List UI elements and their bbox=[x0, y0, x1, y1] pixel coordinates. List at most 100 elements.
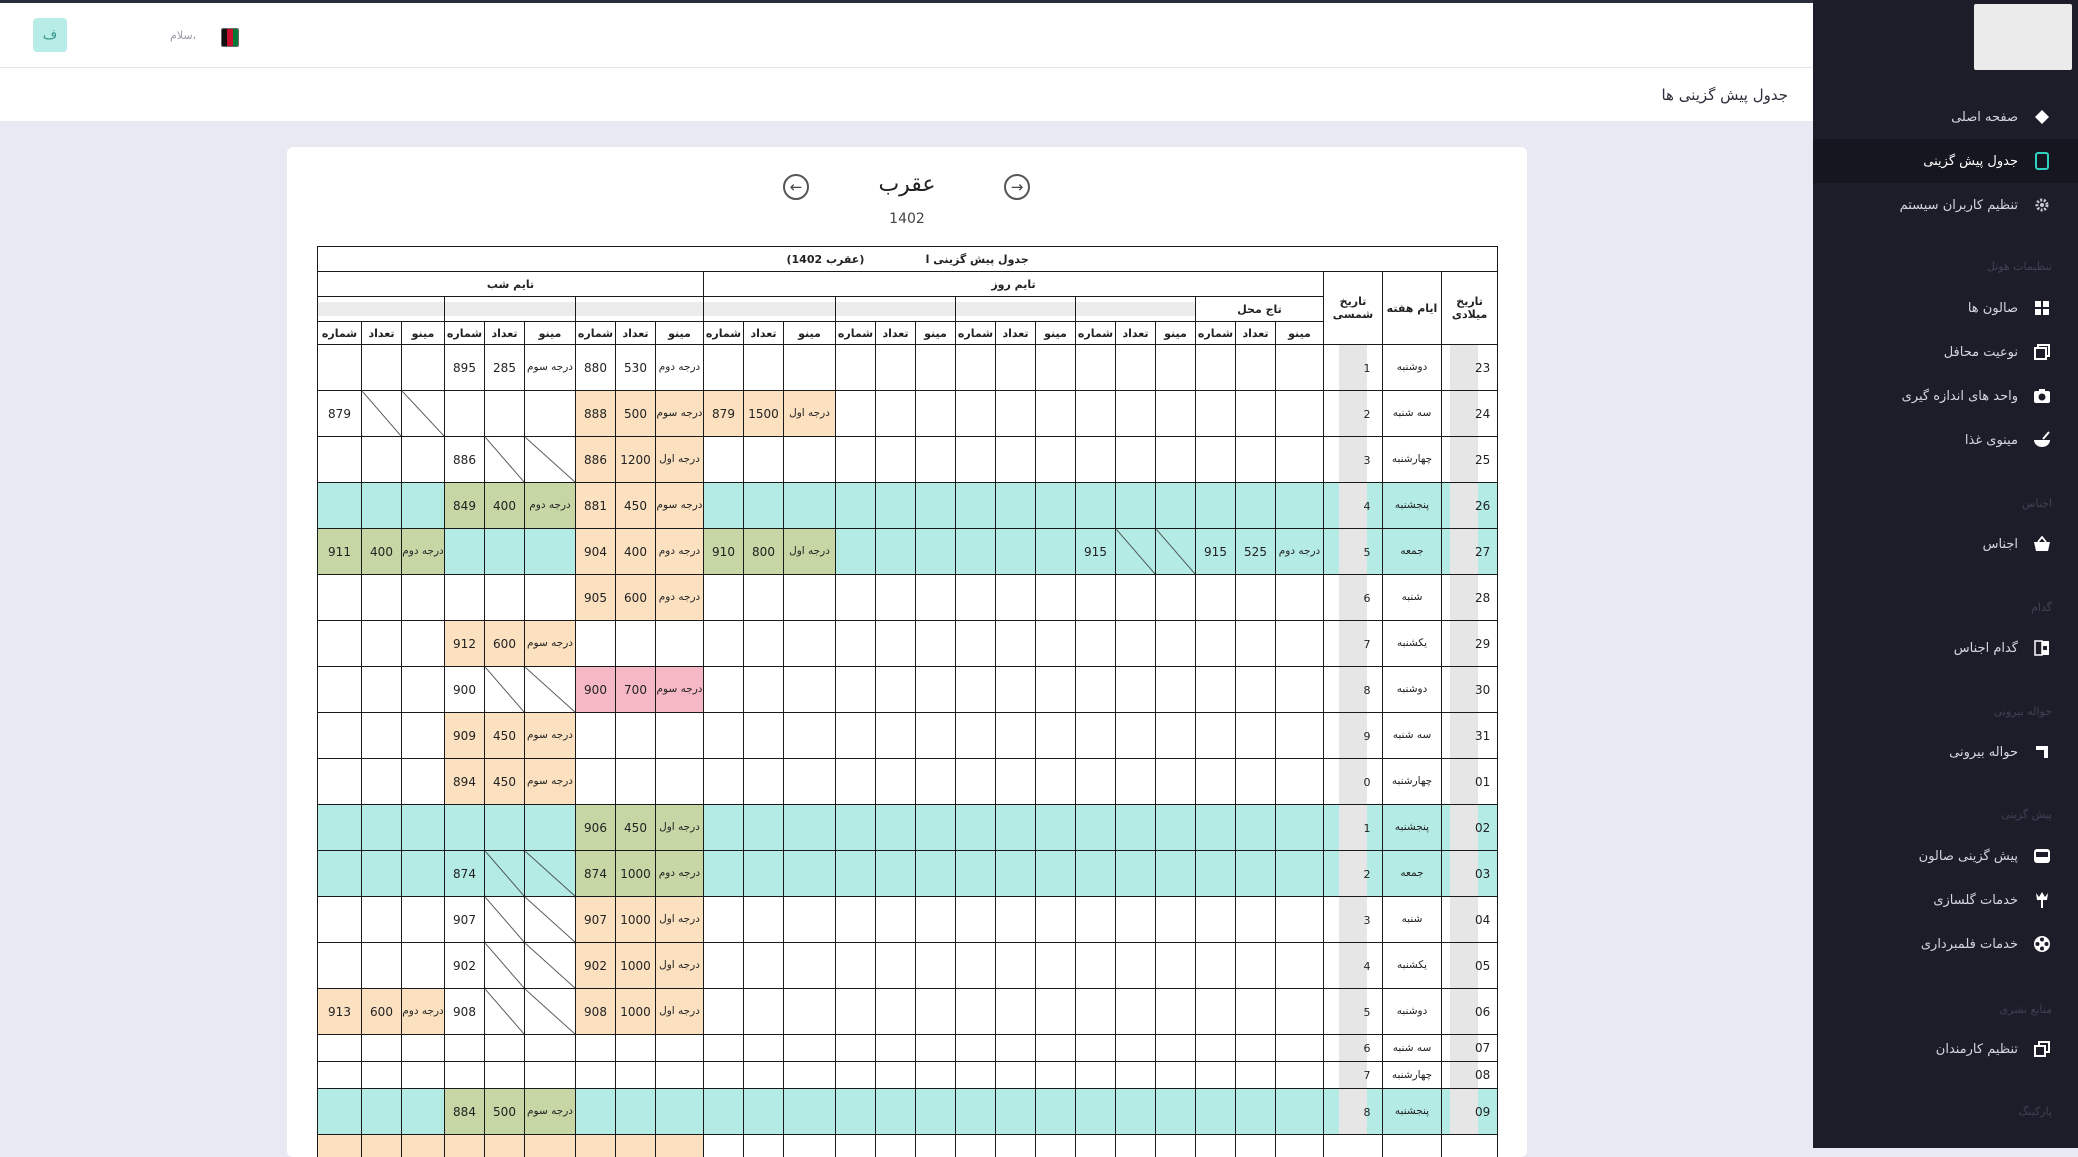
cell-menu bbox=[916, 575, 956, 621]
gregorian-date-placeholder bbox=[1450, 805, 1478, 850]
cell-weekday: شنبه bbox=[1383, 897, 1442, 943]
cell-menu bbox=[525, 943, 576, 989]
cell-number bbox=[1196, 851, 1236, 897]
cell-number bbox=[956, 345, 996, 391]
cell-menu bbox=[784, 667, 836, 713]
cell-menu bbox=[525, 667, 576, 713]
cell-empty bbox=[1076, 1135, 1116, 1157]
sidebar-item-10[interactable]: حواله بیرونی bbox=[1813, 730, 2078, 774]
sidebar-item-label: صالون ها bbox=[1968, 301, 2018, 316]
cell-count bbox=[362, 805, 402, 851]
cell-menu bbox=[916, 345, 956, 391]
sidebar-item-label: حواله بیرونی bbox=[1949, 745, 2018, 760]
sidebar-item-label: پیش گزینی صالون bbox=[1919, 849, 2018, 864]
cell-count: 450 bbox=[616, 805, 656, 851]
sub-header-number: شماره bbox=[318, 322, 362, 345]
cell-count bbox=[1236, 989, 1276, 1035]
shamsi-date-placeholder bbox=[1339, 575, 1367, 620]
sidebar-item-14[interactable]: تنظیم کارمندان bbox=[1813, 1027, 2078, 1071]
cell-shamsi-date: 3 bbox=[1324, 437, 1383, 483]
user-avatar-button[interactable]: ف bbox=[33, 18, 67, 52]
sub-header-menu: مینو bbox=[525, 322, 576, 345]
cell-shamsi-date: 3 bbox=[1324, 897, 1383, 943]
cell-count bbox=[1116, 1089, 1156, 1135]
prev-month-button[interactable]: ← bbox=[783, 174, 809, 200]
sub-header-number: شماره bbox=[836, 322, 876, 345]
cell-gregorian-date: 04 bbox=[1442, 897, 1498, 943]
cell-number bbox=[836, 1035, 876, 1062]
sidebar-item-label: تنظیم کارمندان bbox=[1936, 1042, 2018, 1057]
cell-menu bbox=[784, 437, 836, 483]
cell-menu bbox=[525, 897, 576, 943]
cell-count bbox=[876, 943, 916, 989]
cell-count bbox=[876, 621, 916, 667]
cell-number bbox=[836, 437, 876, 483]
cell-menu bbox=[1036, 943, 1076, 989]
cell-gregorian-date: 07 bbox=[1442, 1035, 1498, 1062]
cell-menu: درجه سوم bbox=[525, 621, 576, 667]
cell-shamsi-date: 4 bbox=[1324, 483, 1383, 529]
cell-count bbox=[362, 713, 402, 759]
cell-number: 884 bbox=[445, 1089, 485, 1135]
afghanistan-flag-icon[interactable] bbox=[221, 28, 239, 47]
sidebar-item-13[interactable]: خدمات فلمبرداری bbox=[1813, 922, 2078, 966]
cell-number bbox=[836, 1062, 876, 1089]
sidebar-item-1[interactable]: صفحه اصلی bbox=[1813, 95, 2078, 139]
sidebar-item-2[interactable]: جدول پیش گزینی bbox=[1813, 139, 2078, 183]
cell-number bbox=[1196, 1089, 1236, 1135]
sidebar-item-5[interactable]: نوعیت محافل bbox=[1813, 330, 2078, 374]
cell-menu bbox=[402, 483, 445, 529]
sidebar-item-12[interactable]: خدمات گلسازی bbox=[1813, 878, 2078, 922]
cell-count bbox=[876, 1062, 916, 1089]
cell-empty bbox=[1276, 1135, 1324, 1157]
sidebar-item-4[interactable]: صالون ها bbox=[1813, 286, 2078, 330]
logo[interactable] bbox=[1974, 4, 2072, 70]
cell-count bbox=[1116, 713, 1156, 759]
cell-number bbox=[836, 667, 876, 713]
sidebar-section-label: منابع بشری bbox=[1999, 1003, 2052, 1016]
cell-count bbox=[1236, 1035, 1276, 1062]
cell-menu bbox=[784, 851, 836, 897]
gregorian-date-placeholder bbox=[1450, 713, 1478, 758]
sidebar-item-9[interactable]: گدام اجناس bbox=[1813, 626, 2078, 670]
cell-empty bbox=[616, 1135, 656, 1157]
cell-number bbox=[956, 529, 996, 575]
cell-number: 900 bbox=[445, 667, 485, 713]
sidebar-item-11[interactable]: پیش گزینی صالون bbox=[1813, 834, 2078, 878]
cell-number bbox=[1196, 943, 1236, 989]
col-header-weekday: ایام هفته bbox=[1383, 272, 1442, 345]
cell-menu bbox=[1036, 759, 1076, 805]
sidebar-item-label: خدمات فلمبرداری bbox=[1921, 937, 2018, 952]
cell-number bbox=[445, 391, 485, 437]
cell-number bbox=[318, 943, 362, 989]
cell-menu bbox=[1156, 897, 1196, 943]
cell-number bbox=[318, 805, 362, 851]
sidebar-item-3[interactable]: تنظیم کاربران سیستم bbox=[1813, 183, 2078, 227]
cell-count: 450 bbox=[616, 483, 656, 529]
sidebar-item-6[interactable]: واحد های اندازه گیری bbox=[1813, 374, 2078, 418]
sub-header-number: شماره bbox=[704, 322, 744, 345]
cell-count bbox=[996, 529, 1036, 575]
next-month-button[interactable]: → bbox=[1004, 174, 1030, 200]
gregorian-date-placeholder bbox=[1450, 1089, 1478, 1134]
cell-weekday: دوشنبه bbox=[1383, 667, 1442, 713]
cell-menu bbox=[1276, 851, 1324, 897]
sidebar-item-label: تنظیم کاربران سیستم bbox=[1900, 198, 2018, 213]
cell-empty bbox=[744, 1135, 784, 1157]
gregorian-date-placeholder bbox=[1450, 759, 1478, 804]
gregorian-date-placeholder bbox=[1450, 989, 1478, 1034]
cell-menu bbox=[1036, 713, 1076, 759]
cell-number: 894 bbox=[445, 759, 485, 805]
cell-menu: درجه سوم bbox=[525, 1089, 576, 1135]
cell-count bbox=[876, 1089, 916, 1135]
cell-weekday: پنجشنبه bbox=[1383, 1089, 1442, 1135]
cell-empty bbox=[485, 1135, 525, 1157]
table-row: 9029021000درجه اول4یکشنبه05 bbox=[318, 943, 1498, 989]
sidebar-item-8[interactable]: اجناس bbox=[1813, 522, 2078, 566]
cell-number bbox=[1076, 943, 1116, 989]
cell-menu bbox=[916, 713, 956, 759]
gregorian-date-placeholder bbox=[1450, 897, 1478, 942]
sidebar-item-7[interactable]: مینوی غذا bbox=[1813, 418, 2078, 462]
cell-number bbox=[1196, 1035, 1236, 1062]
cell-count bbox=[1236, 667, 1276, 713]
